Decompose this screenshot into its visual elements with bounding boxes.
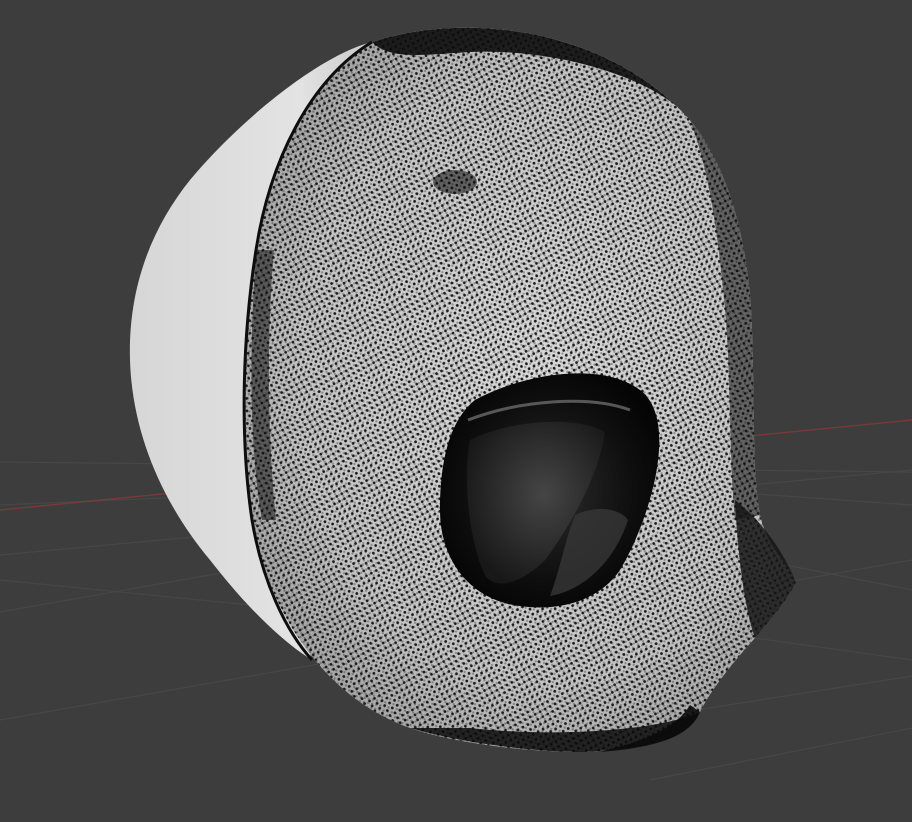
viewport-canvas[interactable] bbox=[0, 0, 912, 822]
3d-viewport[interactable] bbox=[0, 0, 912, 822]
